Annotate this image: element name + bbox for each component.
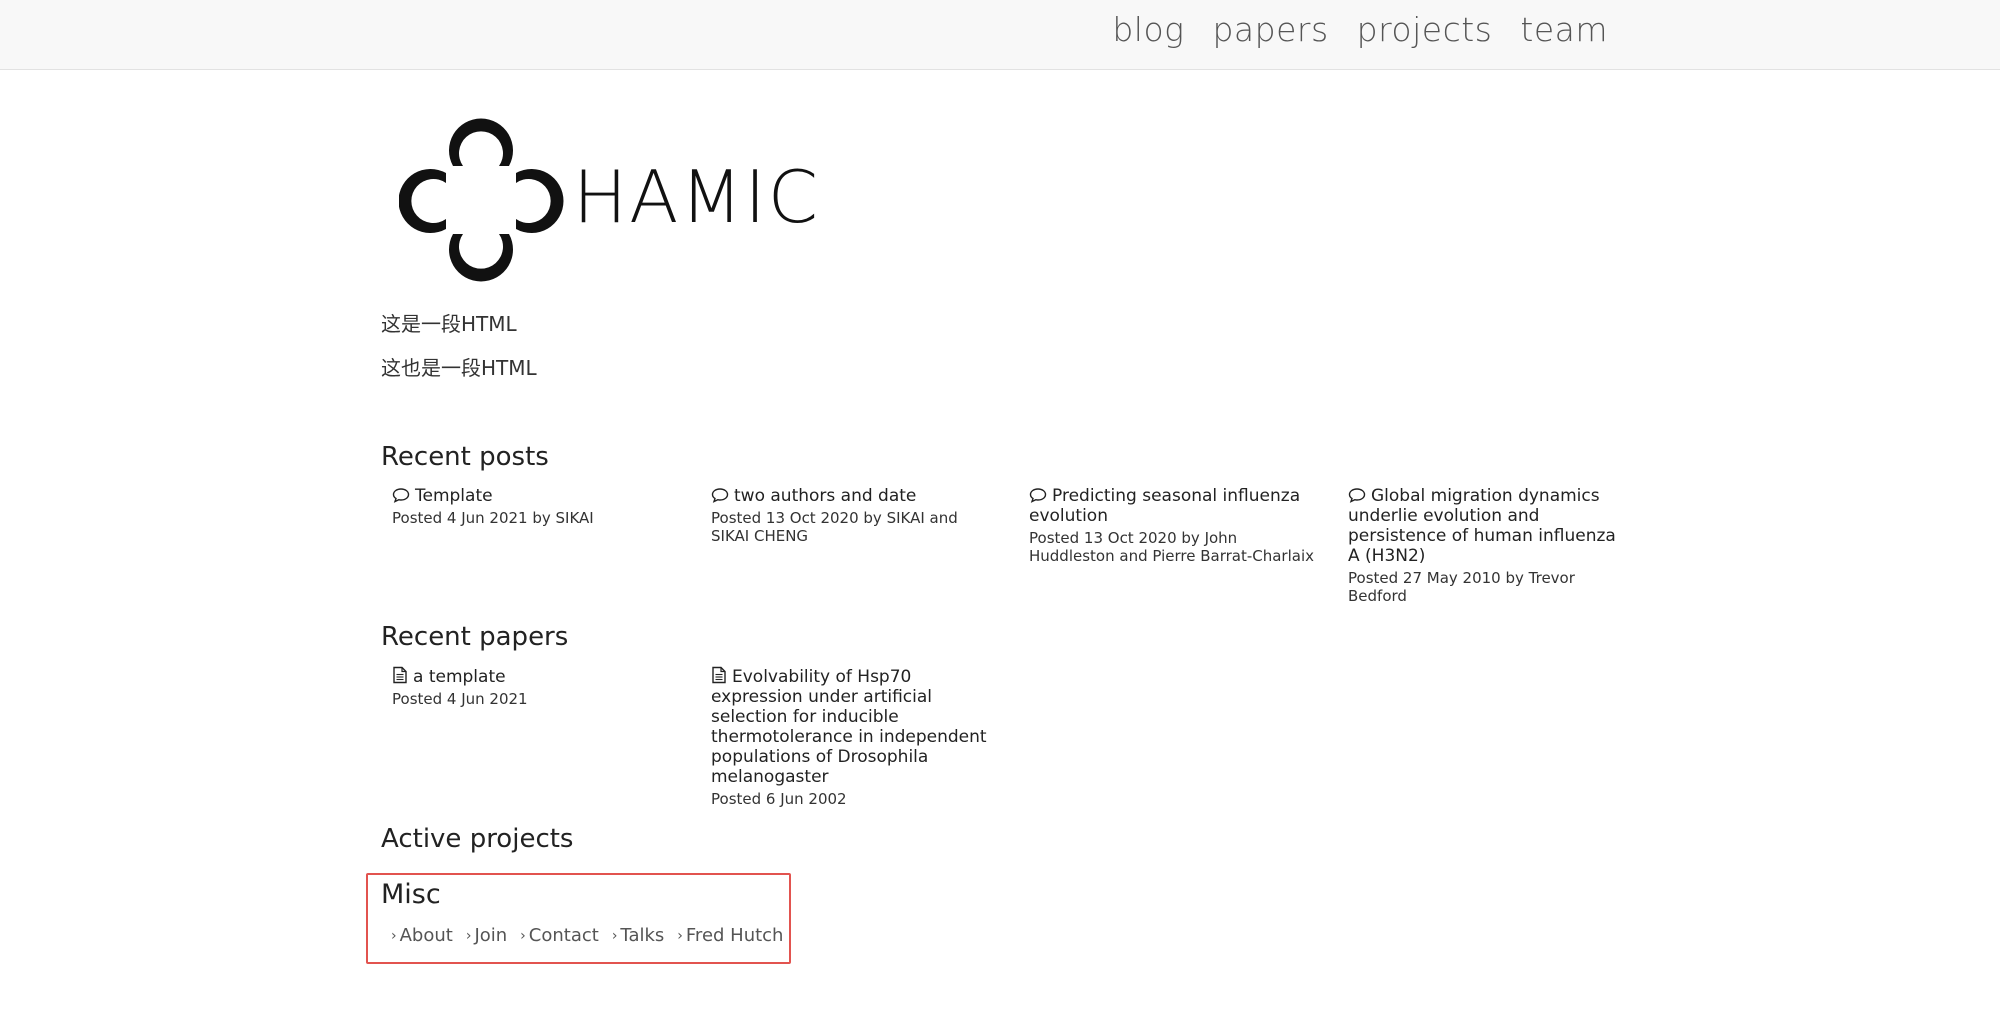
chevron-right-icon: › (391, 928, 397, 944)
post-title: Predicting seasonal influenza evolution (1029, 486, 1301, 526)
speech-bubble-icon (392, 488, 410, 503)
post-meta: Posted 4 Jun 2021 by SIKAI (392, 509, 594, 527)
speech-bubble-icon (711, 488, 729, 503)
misc-link-talks[interactable]: › Talks (612, 925, 664, 946)
post-card: two authors and date Posted 13 Oct 2020 … (711, 486, 996, 545)
misc-link-label: About (399, 925, 453, 946)
speech-bubble-icon (1348, 488, 1366, 503)
paper-card: a template Posted 4 Jun 2021 (392, 666, 677, 708)
post-title: Global migration dynamics underlie evolu… (1348, 486, 1616, 566)
post-meta: Posted 13 Oct 2020 by John Huddleston an… (1029, 529, 1314, 565)
misc-heading: Misc (381, 879, 441, 910)
paper-title-link[interactable]: Evolvability of Hsp70 expression under a… (711, 666, 1001, 787)
recent-posts-heading: Recent posts (381, 442, 549, 472)
document-icon (393, 666, 407, 684)
chevron-right-icon: › (465, 928, 472, 944)
hamic-logo-icon: HAMIC (399, 118, 819, 282)
active-projects-heading: Active projects (381, 824, 574, 854)
top-navbar: blog papers projects team (0, 0, 2000, 70)
misc-link-label: Join (474, 925, 508, 946)
misc-section: Misc › About › Join › Contact › Talks › Fred … (366, 873, 791, 964)
document-icon (712, 666, 726, 684)
post-title: Template (415, 486, 493, 506)
recent-papers-heading: Recent papers (381, 622, 569, 652)
chevron-right-icon: › (520, 928, 526, 944)
site-logo[interactable]: HAMIC (399, 116, 819, 286)
misc-link-contact[interactable]: › Contact (520, 925, 599, 946)
logo-text: HAMIC (573, 155, 819, 239)
post-title-link[interactable]: two authors and date (711, 486, 996, 506)
paper-meta: Posted 6 Jun 2002 (711, 790, 847, 808)
nav-projects-link[interactable]: projects (1357, 10, 1493, 49)
intro-line-2: 这也是一段HTML (381, 356, 537, 380)
post-meta: Posted 13 Oct 2020 by SIKAI and SIKAI CH… (711, 509, 958, 545)
misc-link-join[interactable]: › Join (466, 925, 507, 946)
main-nav: blog papers projects team (1112, 10, 1608, 49)
paper-card: Evolvability of Hsp70 expression under a… (711, 666, 1001, 808)
post-title-link[interactable]: Predicting seasonal influenza evolution (1029, 486, 1314, 526)
misc-link-label: Talks (620, 925, 665, 946)
misc-link-label: Contact (528, 925, 599, 946)
paper-meta: Posted 4 Jun 2021 (392, 690, 528, 708)
post-card: Predicting seasonal influenza evolution … (1029, 486, 1314, 565)
post-card: Global migration dynamics underlie evolu… (1348, 486, 1618, 605)
chevron-right-icon: › (677, 928, 683, 944)
post-title: two authors and date (734, 486, 917, 506)
misc-link-label: Fred Hutch (685, 925, 784, 946)
nav-papers-link[interactable]: papers (1212, 10, 1328, 49)
nav-blog-link[interactable]: blog (1112, 10, 1184, 49)
chevron-right-icon: › (611, 928, 618, 944)
speech-bubble-icon (1029, 488, 1047, 503)
paper-title: a template (413, 667, 506, 687)
post-title-link[interactable]: Template (392, 486, 677, 506)
misc-link-about[interactable]: › About (391, 925, 453, 946)
misc-link-fred-hutch[interactable]: › Fred Hutch (677, 925, 783, 946)
post-title-link[interactable]: Global migration dynamics underlie evolu… (1348, 486, 1618, 566)
nav-team-link[interactable]: team (1520, 10, 1608, 49)
paper-title: Evolvability of Hsp70 expression under a… (711, 667, 987, 787)
intro-line-1: 这是一段HTML (381, 312, 517, 336)
post-card: Template Posted 4 Jun 2021 by SIKAI (392, 486, 677, 527)
paper-title-link[interactable]: a template (392, 666, 677, 687)
post-meta: Posted 27 May 2010 by Trevor Bedford (1348, 569, 1575, 605)
misc-links: › About › Join › Contact › Talks › Fred Hutch (391, 925, 783, 946)
